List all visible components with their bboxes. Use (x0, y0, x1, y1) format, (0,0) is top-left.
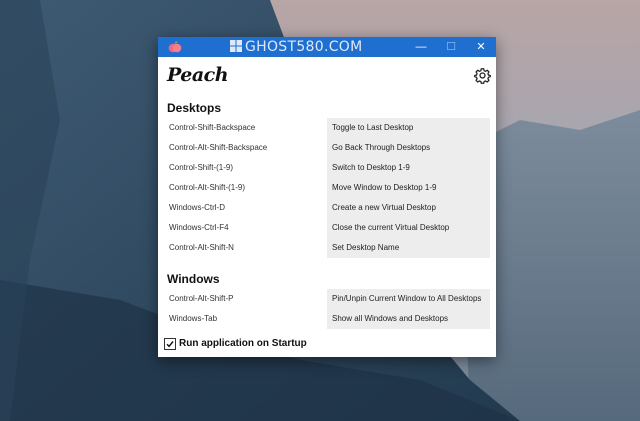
startup-label[interactable]: Run application on Startup (179, 337, 307, 351)
title-bar[interactable]: GHOST580.COM — ☐ ✕ (158, 37, 496, 57)
shortcut-row: Windows-Ctrl-D Create a new Virtual Desk… (158, 198, 496, 218)
peach-icon (168, 41, 182, 53)
shortcut-key: Control-Shift-(1-9) (169, 163, 234, 172)
windows-logo-icon (230, 40, 242, 52)
maximize-button[interactable]: ☐ (436, 37, 466, 57)
shortcut-action[interactable]: Move Window to Desktop 1-9 (327, 178, 490, 198)
shortcut-key: Windows-Ctrl-F4 (169, 223, 229, 232)
shortcut-row: Control-Shift-(1-9) Switch to Desktop 1-… (158, 158, 496, 178)
watermark: GHOST580.COM (230, 39, 362, 55)
shortcut-key: Control-Alt-Shift-P (169, 294, 234, 303)
shortcut-action[interactable]: Switch to Desktop 1-9 (327, 158, 490, 178)
shortcut-action[interactable]: Close the current Virtual Desktop (327, 218, 490, 238)
shortcut-row: Control-Shift-Backspace Toggle to Last D… (158, 118, 496, 138)
gear-icon[interactable] (474, 67, 491, 84)
checkmark-icon (166, 341, 174, 348)
section-title-desktops: Desktops (167, 101, 222, 115)
shortcut-row: Windows-Ctrl-F4 Close the current Virtua… (158, 218, 496, 238)
shortcut-action[interactable]: Create a new Virtual Desktop (327, 198, 490, 218)
startup-checkbox[interactable] (164, 338, 176, 350)
shortcut-row: Windows-Tab Show all Windows and Desktop… (158, 309, 496, 329)
shortcut-key: Windows-Tab (169, 314, 218, 323)
shortcut-action[interactable]: Pin/Unpin Current Window to All Desktops (327, 289, 490, 309)
app-window: GHOST580.COM — ☐ ✕ Peach Desktops Contro… (158, 37, 496, 357)
watermark-text: GHOST580.COM (245, 39, 363, 55)
shortcut-row: Control-Alt-Shift-P Pin/Unpin Current Wi… (158, 289, 496, 309)
app-logo: Peach (167, 64, 229, 86)
section-title-windows: Windows (167, 272, 220, 286)
shortcut-key: Control-Shift-Backspace (169, 123, 256, 132)
shortcut-row: Control-Alt-Shift-N Set Desktop Name (158, 238, 496, 258)
shortcut-action[interactable]: Toggle to Last Desktop (327, 118, 490, 138)
close-button[interactable]: ✕ (466, 37, 496, 57)
shortcut-row: Control-Alt-Shift-Backspace Go Back Thro… (158, 138, 496, 158)
shortcut-action[interactable]: Set Desktop Name (327, 238, 490, 258)
shortcut-action[interactable]: Show all Windows and Desktops (327, 309, 490, 329)
shortcut-row: Control-Alt-Shift-(1-9) Move Window to D… (158, 178, 496, 198)
shortcut-action[interactable]: Go Back Through Desktops (327, 138, 490, 158)
shortcut-key: Control-Alt-Shift-(1-9) (169, 183, 246, 192)
shortcut-key: Control-Alt-Shift-Backspace (169, 143, 268, 152)
shortcut-key: Control-Alt-Shift-N (169, 243, 234, 252)
minimize-button[interactable]: — (406, 37, 436, 57)
shortcut-key: Windows-Ctrl-D (169, 203, 225, 212)
